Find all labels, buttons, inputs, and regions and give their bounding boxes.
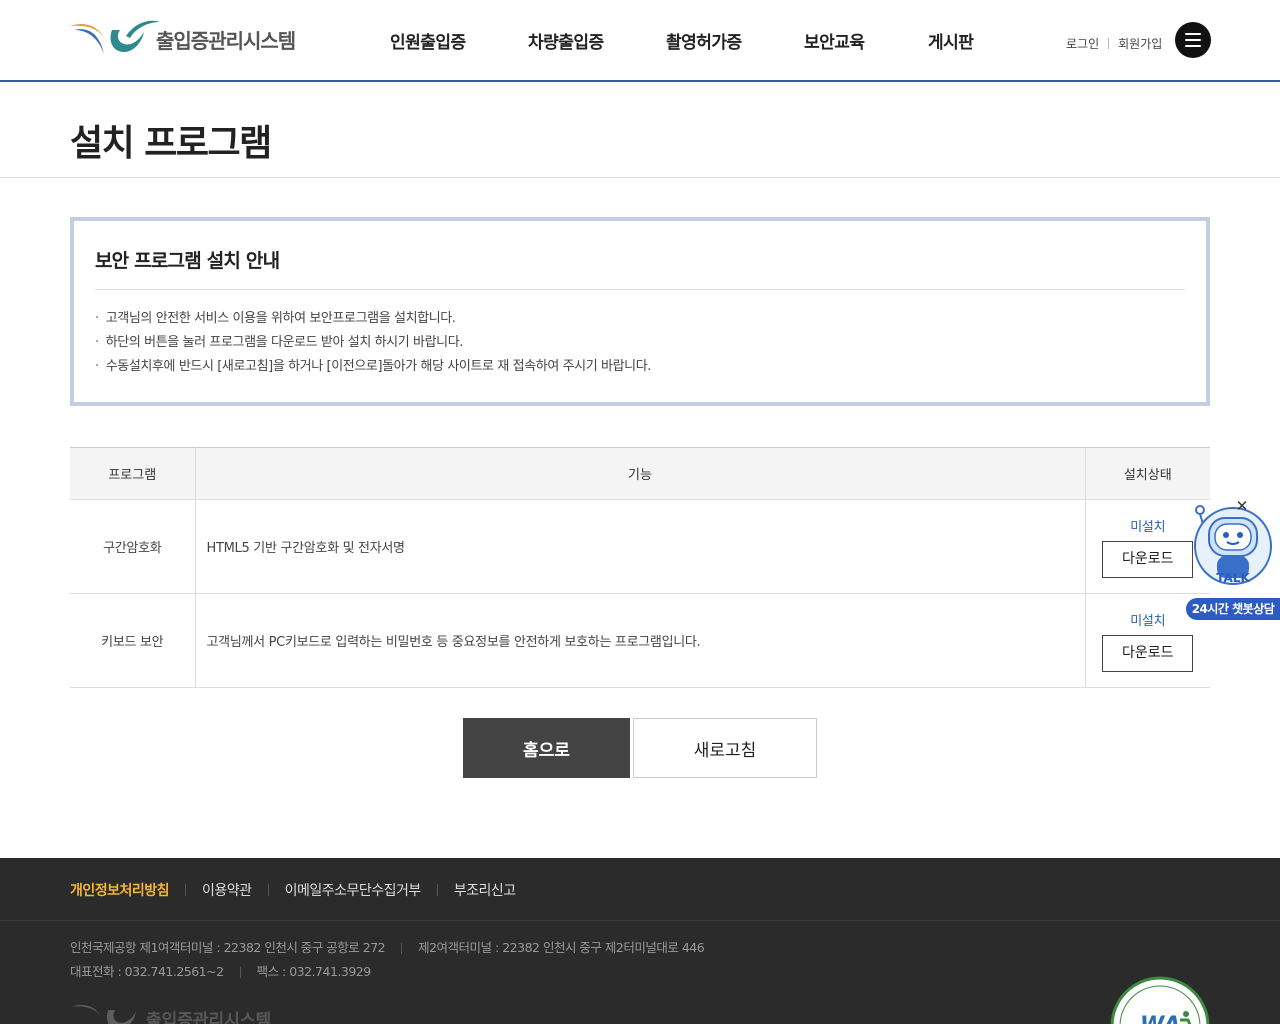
footer-link-privacy[interactable]: 개인정보처리방침: [70, 880, 170, 900]
table-row: 구간암호화 HTML5 기반 구간암호화 및 전자서명 미설치 다운로드: [70, 499, 1210, 594]
footer-divider: [185, 884, 187, 896]
util-links: 로그인 회원가입: [1066, 35, 1162, 52]
notice-item: 수동설치후에 반드시 [새로고침]을 하거나 [이전으로]돌아가 해당 사이트로…: [95, 355, 652, 379]
program-table: 프로그램 기능 설치상태 구간암호화 HTML5 기반 구간암호화 및 전자서명…: [70, 447, 1210, 688]
footer-logo-text: 출입증관리시스템: [146, 1010, 272, 1024]
column-header-program: 프로그램: [70, 447, 196, 500]
program-name: 키보드 보안: [70, 593, 196, 688]
nav-item-vehicle-pass[interactable]: 차량출입증: [528, 28, 604, 53]
program-feature: HTML5 기반 구간암호화 및 전자서명: [195, 499, 1086, 594]
footer-info: 인천국제공항 제1여객터미널 : 22382 인천시 중구 공항로 272 제2…: [70, 936, 705, 984]
chatbot-widget[interactable]: TALK ✕ 24시간 챗봇상담: [1186, 498, 1280, 622]
download-button[interactable]: 다운로드: [1102, 540, 1194, 578]
notice-title: 보안 프로그램 설치 안내: [95, 250, 280, 272]
footer-logo: 출입증관리시스템: [70, 998, 271, 1024]
footer-phone: 대표전화 : 032.741.2561~2: [70, 964, 224, 979]
footer-link-terms[interactable]: 이용약관: [202, 880, 252, 900]
table-row: 키보드 보안 고객님께서 PC키보드로 입력하는 비밀번호 등 중요정보를 안전…: [70, 593, 1210, 688]
util-divider: [1108, 38, 1110, 49]
hamburger-menu-icon[interactable]: [1175, 22, 1211, 58]
install-notice-box: 보안 프로그램 설치 안내 고객님의 안전한 서비스 이용을 위하여 보안프로그…: [70, 217, 1210, 406]
notice-divider: [95, 289, 1185, 290]
site-footer: 개인정보처리방침 이용약관 이메일주소무단수집거부 부조리신고 인천국제공항 제…: [0, 858, 1280, 1024]
logo-swoosh-icon: [70, 20, 160, 54]
footer-divider: [267, 884, 269, 896]
program-feature: 고객님께서 PC키보드로 입력하는 비밀번호 등 중요정보를 안전하게 보호하는…: [195, 593, 1086, 688]
program-name: 구간암호화: [70, 499, 196, 594]
footer-divider: [436, 884, 438, 896]
refresh-button[interactable]: 새로고침: [633, 718, 817, 778]
chatbot-label[interactable]: 24시간 챗봇상담: [1186, 598, 1280, 620]
notice-item: 하단의 버튼을 눌러 프로그램을 다운로드 받아 설치 하시기 바랍니다.: [95, 331, 651, 355]
chatbot-close-icon[interactable]: ✕: [1234, 498, 1250, 514]
footer-fax: 팩스 : 032.741.3929: [256, 964, 372, 979]
footer-address-t2: 제2여객터미널 : 22382 인천시 중구 제2터미널대로 446: [418, 940, 705, 955]
column-header-status: 설치상태: [1085, 447, 1210, 500]
table-header-row: 프로그램 기능 설치상태: [70, 447, 1210, 500]
page-title: 설치 프로그램: [70, 123, 272, 164]
signup-link[interactable]: 회원가입: [1118, 35, 1162, 52]
site-header: 출입증관리시스템 인원출입증 차량출입증 촬영허가증 보안교육 게시판 로그인 …: [0, 0, 1280, 82]
chatbot-talk-text: TALK: [1216, 571, 1250, 585]
footer-logo-swoosh-icon: [71, 1005, 137, 1024]
nav-item-security-edu[interactable]: 보안교육: [804, 28, 865, 53]
web-accessibility-mark-icon: WA: [1110, 976, 1210, 1024]
footer-divider-line: [0, 920, 1280, 921]
footer-link-report[interactable]: 부조리신고: [454, 880, 516, 900]
site-logo[interactable]: 출입증관리시스템: [68, 16, 296, 62]
footer-link-email-refusal[interactable]: 이메일주소무단수집거부: [285, 880, 422, 900]
chatbot-robot-icon[interactable]: TALK: [1193, 500, 1273, 590]
footer-divider: [239, 966, 241, 978]
notice-list: 고객님의 안전한 서비스 이용을 위하여 보안프로그램을 설치합니다. 하단의 …: [95, 307, 652, 379]
nav-item-board[interactable]: 게시판: [928, 28, 974, 53]
logo-text: 출입증관리시스템: [156, 28, 296, 53]
login-link[interactable]: 로그인: [1066, 35, 1099, 52]
column-header-feature: 기능: [195, 447, 1086, 500]
footer-divider: [401, 942, 403, 954]
nav-item-person-pass[interactable]: 인원출입증: [390, 28, 466, 53]
home-button[interactable]: 홈으로: [463, 718, 630, 778]
notice-item: 고객님의 안전한 서비스 이용을 위하여 보안프로그램을 설치합니다.: [95, 307, 651, 331]
page-title-area: 설치 프로그램: [0, 82, 1280, 178]
download-button[interactable]: 다운로드: [1102, 634, 1194, 672]
footer-address-t1: 인천국제공항 제1여객터미널 : 22382 인천시 중구 공항로 272: [70, 940, 386, 955]
wa-mark-text: WA: [1140, 1013, 1181, 1024]
nav-item-photo-permit[interactable]: 촬영허가증: [666, 28, 742, 53]
footer-links: 개인정보처리방침 이용약관 이메일주소무단수집거부 부조리신고: [70, 880, 516, 900]
